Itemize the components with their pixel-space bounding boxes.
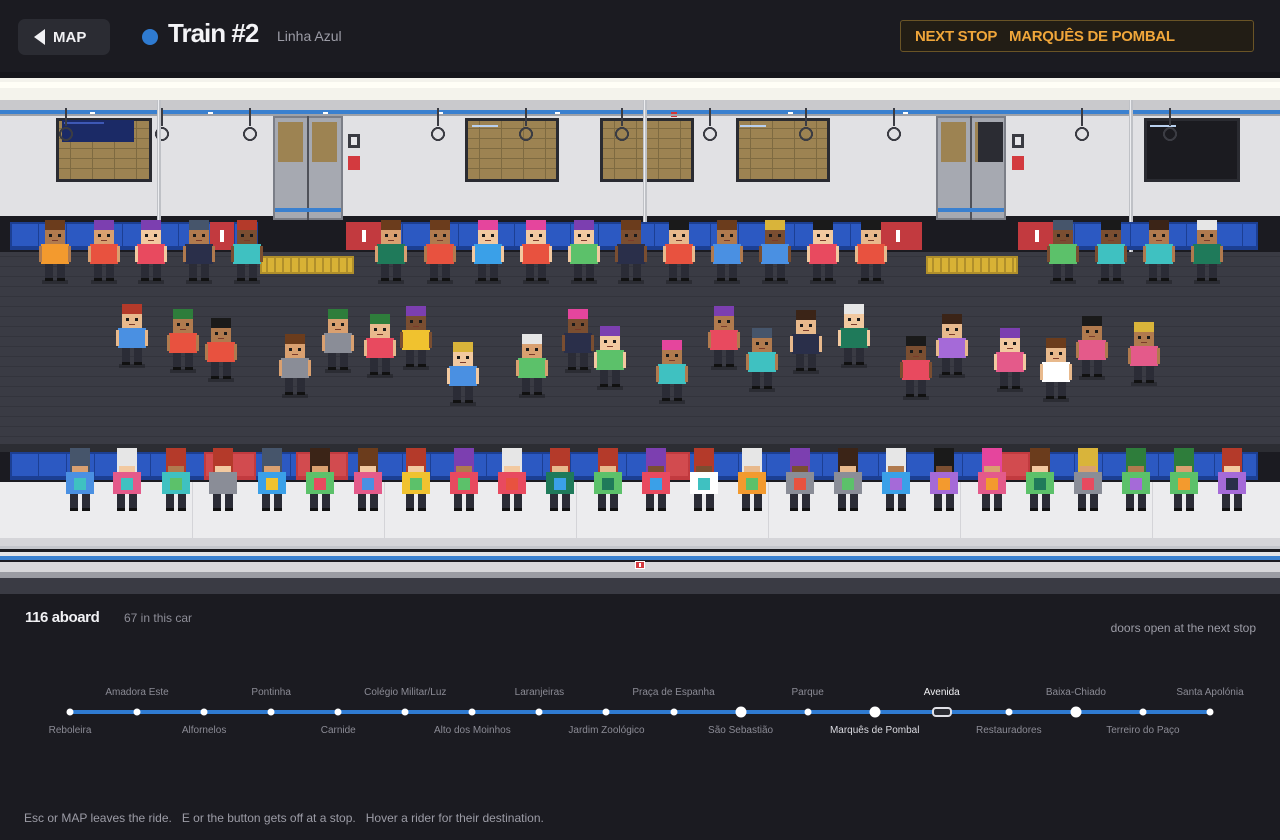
ceiling-trim	[0, 100, 1280, 110]
station-label: Pontinha	[251, 687, 291, 698]
hand-strap	[1169, 108, 1171, 126]
station-label: Marquês de Pombal	[829, 725, 920, 736]
hand-strap	[437, 108, 439, 126]
station-label: Carnide	[320, 725, 356, 736]
station-dot	[1206, 708, 1214, 716]
station-label: Parque	[791, 687, 824, 698]
riders-in-car-count: 67 in this car	[124, 611, 193, 625]
next-stop-label: NEXT STOP	[915, 27, 998, 45]
station-dot	[334, 708, 342, 716]
train-car-interior	[0, 72, 1280, 594]
station-label: Praça de Espanha	[632, 687, 715, 698]
route-line-map: Reboleira Amadora Este Alfornelos Pontinha C…	[0, 680, 1280, 750]
doors-status: doors open at the next stop	[1110, 621, 1256, 635]
floor-blue-stripe	[0, 556, 1280, 560]
station-dot	[869, 706, 881, 718]
station-dot	[804, 708, 812, 716]
hand-strap	[621, 108, 623, 126]
station-dot	[1070, 706, 1082, 718]
hand-strap	[1081, 108, 1083, 126]
riders-aboard-count: 116 aboard	[25, 609, 100, 626]
ceiling-edge	[0, 72, 1280, 78]
train-title: Train #2	[168, 18, 259, 48]
ceiling-blue-stripe	[0, 110, 1280, 114]
station-label: Restauradores	[976, 725, 1042, 736]
station-label: Baixa-Chiado	[1045, 687, 1106, 698]
next-stop-name: MARQUÊS DE POMBAL	[1009, 27, 1175, 45]
station-dot	[66, 708, 74, 716]
hand-strap	[161, 108, 163, 126]
station-dot	[200, 708, 208, 716]
station-label: Santa Apolónia	[1176, 687, 1244, 698]
station-dot	[602, 708, 610, 716]
map-button[interactable]: MAP	[18, 19, 110, 55]
station-dot	[1139, 708, 1147, 716]
hand-strap	[65, 108, 67, 126]
map-button-label: MAP	[53, 28, 87, 46]
station-dot	[401, 708, 409, 716]
station-label: Terreiro do Paço	[1106, 725, 1180, 736]
hand-strap	[709, 108, 711, 126]
controls-hint: Esc or MAP leaves the ride. E or the but…	[24, 811, 544, 825]
ceiling-light-strip	[0, 78, 1280, 100]
hand-strap	[525, 108, 527, 126]
station-label: São Sebastião	[708, 725, 774, 736]
station-label: Jardim Zoológico	[568, 725, 645, 736]
ceiling-light-glow	[0, 82, 1280, 88]
hand-strap	[805, 108, 807, 126]
station-label: Reboleira	[48, 725, 92, 736]
line-name: Linha Azul	[277, 28, 342, 44]
train-position-marker	[931, 707, 952, 717]
station-dot	[670, 708, 678, 716]
station-dot	[1005, 708, 1013, 716]
station-label: Alto dos Moinhos	[433, 725, 511, 736]
line-color-dot	[142, 29, 158, 45]
station-dot	[535, 708, 543, 716]
hand-strap	[249, 108, 251, 126]
station-dot	[735, 706, 747, 718]
door-open-button	[1012, 156, 1024, 170]
station-label: Laranjeiras	[514, 687, 565, 698]
station-dot	[133, 708, 141, 716]
station-label: Avenida	[923, 687, 960, 698]
hand-strap	[893, 108, 895, 126]
station-label: Colégio Militar/Luz	[364, 687, 447, 698]
station-label: Alfornelos	[181, 725, 227, 736]
station-dot	[267, 708, 275, 716]
grab-rail	[0, 114, 1280, 116]
train-car-view	[0, 72, 1280, 594]
next-stop-banner: NEXT STOP MARQUÊS DE POMBAL	[900, 20, 1254, 52]
back-arrow-icon	[34, 29, 45, 45]
door-open-button	[348, 156, 360, 170]
station-dot	[468, 708, 476, 716]
route-track	[70, 710, 1210, 714]
station-label: Amadora Este	[105, 687, 169, 698]
top-bar: MAP Train #2 Linha Azul NEXT STOP MARQUÊ…	[0, 0, 1280, 72]
